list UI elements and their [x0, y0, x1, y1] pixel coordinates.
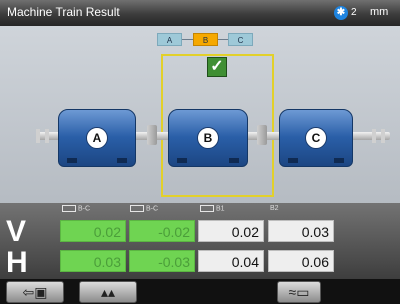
machine-foot	[334, 158, 344, 163]
machine-a[interactable]: A	[58, 109, 136, 167]
shaft-end	[372, 129, 376, 143]
shaft-end	[36, 129, 40, 143]
check-icon: ✓	[207, 57, 227, 77]
tag-connector	[218, 39, 228, 40]
expand-up-button[interactable]: ▴▴	[79, 281, 137, 303]
column-header-foot-b2: B2	[270, 205, 279, 212]
bottom-toolbar: ⇦▣ ▴▴ ≈▭	[0, 279, 400, 304]
tag-a[interactable]: A	[157, 33, 182, 46]
machine-a-label: A	[86, 127, 108, 149]
shaft-end	[381, 129, 385, 143]
coupling-offset-icon	[62, 205, 76, 212]
machine-b-label: B	[197, 127, 219, 149]
tool-icon: ≈▭	[288, 284, 310, 300]
v-angle-value: -0.02	[129, 220, 195, 242]
machine-foot	[288, 158, 298, 163]
machine-b[interactable]: B	[168, 109, 248, 167]
coupling-b-c	[257, 125, 267, 145]
units-label[interactable]: mm	[370, 6, 388, 18]
machine-train-view: A B C ✓ A B C	[0, 26, 400, 221]
coupling-angle-icon	[130, 205, 144, 212]
bluetooth-icon: ✱	[334, 6, 348, 20]
tool-button[interactable]: ≈▭	[277, 281, 321, 303]
row-label-horizontal: H	[6, 246, 28, 279]
column-header-coupling-offset: B-C	[62, 205, 90, 217]
tag-connector	[182, 39, 193, 40]
column-header-foot-b1: B1	[200, 205, 225, 217]
foot-icon	[200, 205, 214, 212]
tag-b[interactable]: B	[193, 33, 218, 46]
shaft-end	[45, 129, 49, 143]
bluetooth-count: 2	[351, 7, 357, 18]
machine-foot	[177, 158, 187, 163]
screen-title: Machine Train Result	[7, 5, 120, 19]
coupling-a-b	[147, 125, 157, 145]
h-foot-b1-value: 0.04	[198, 250, 264, 272]
exit-button[interactable]: ⇦▣	[6, 281, 64, 303]
v-foot-b2-value: 0.03	[268, 220, 334, 242]
machine-c-label: C	[305, 127, 327, 149]
tag-c[interactable]: C	[228, 33, 253, 46]
h-angle-value: -0.03	[129, 250, 195, 272]
double-chevron-up-icon: ▴▴	[100, 284, 116, 300]
machine-foot	[117, 158, 127, 163]
exit-icon: ⇦▣	[22, 284, 48, 300]
row-label-vertical: V	[6, 215, 27, 248]
h-offset-value: 0.03	[60, 250, 126, 272]
v-foot-b1-value: 0.02	[198, 220, 264, 242]
v-offset-value: 0.02	[60, 220, 126, 242]
h-foot-b2-value: 0.06	[268, 250, 334, 272]
column-header-coupling-angle: B-C	[130, 205, 158, 217]
title-bar: Machine Train Result ✱ 2 mm	[0, 0, 400, 26]
results-panel: B-C B-C B1 B2 V 0.02 -0.02 0.02 0.03 H 0…	[0, 203, 400, 279]
machine-foot	[229, 158, 239, 163]
machine-foot	[67, 158, 77, 163]
machine-c[interactable]: C	[279, 109, 353, 167]
